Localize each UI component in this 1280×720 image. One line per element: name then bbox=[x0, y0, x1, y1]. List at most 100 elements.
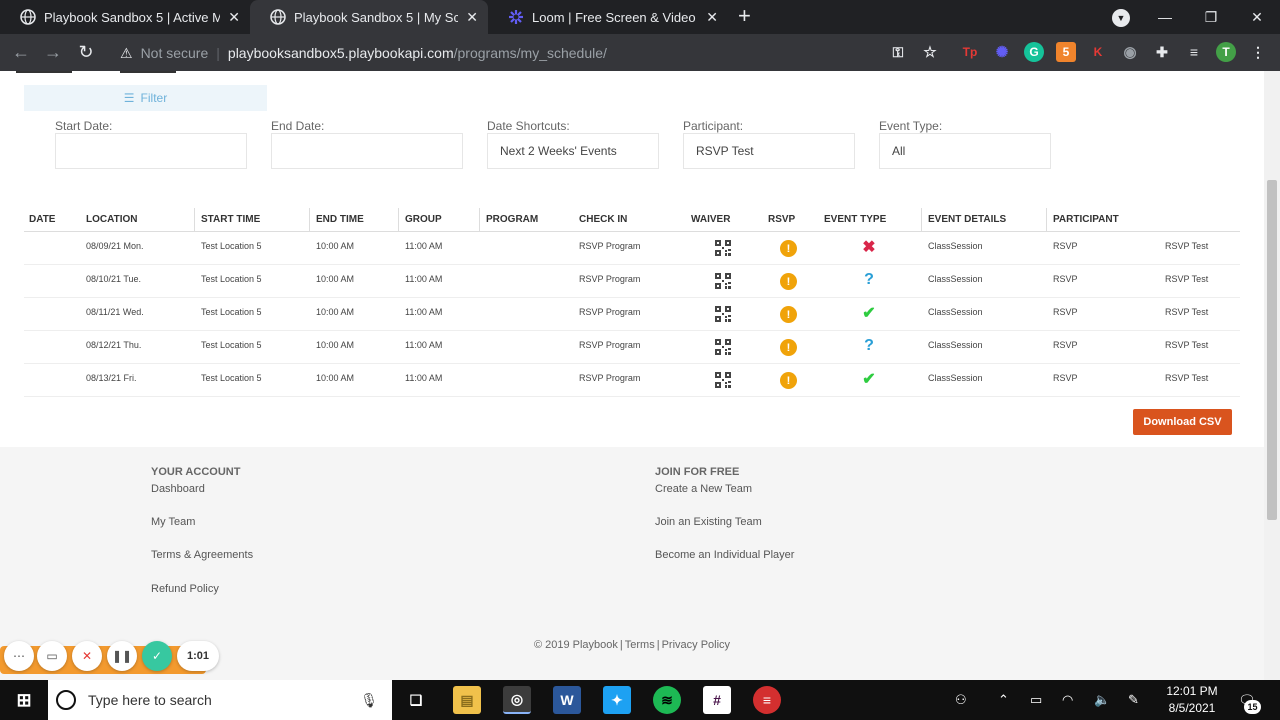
restore-icon[interactable]: ❐ bbox=[1188, 0, 1234, 34]
address-bar[interactable]: ⚠ Not secure | playbooksandbox5.playbook… bbox=[108, 40, 948, 66]
qr-code-icon[interactable] bbox=[715, 273, 731, 289]
col-date[interactable]: DATE bbox=[29, 214, 55, 225]
extension-gray-icon[interactable]: ◉ bbox=[1120, 42, 1140, 62]
chrome-taskbar-icon[interactable]: ◎ bbox=[503, 686, 531, 714]
taskbar-clock[interactable]: 12:01 PM 8/5/2021 bbox=[1160, 683, 1224, 717]
reading-list-icon[interactable]: ≡ bbox=[1184, 42, 1204, 62]
back-icon[interactable]: ← bbox=[10, 41, 32, 63]
extensions-puzzle-icon[interactable]: ✚ bbox=[1152, 42, 1172, 62]
table-row[interactable]: 08/10/21 Tue. Test Location 5 10:00 AM 1… bbox=[24, 265, 1240, 298]
exclamation-icon[interactable]: ! bbox=[780, 240, 797, 257]
close-window-icon[interactable]: ✕ bbox=[1234, 0, 1280, 34]
rsvp-declined-icon[interactable]: ✖ bbox=[860, 238, 878, 256]
exclamation-icon[interactable]: ! bbox=[780, 273, 797, 290]
tab-active-members[interactable]: Playbook Sandbox 5 | Active Mer ✕ bbox=[0, 0, 250, 34]
table-row[interactable]: 08/11/21 Wed. Test Location 5 10:00 AM 1… bbox=[24, 298, 1240, 331]
extension-badge-icon[interactable]: 5 bbox=[1056, 42, 1076, 62]
twitter-icon[interactable]: ✦ bbox=[603, 686, 631, 714]
exclamation-icon[interactable]: ! bbox=[780, 339, 797, 356]
qr-code-icon[interactable] bbox=[715, 240, 731, 256]
reload-icon[interactable]: ↻ bbox=[75, 41, 97, 63]
extension-k-icon[interactable]: K bbox=[1088, 42, 1108, 62]
loom-more-icon[interactable]: ⋯ bbox=[4, 641, 34, 671]
file-explorer-icon[interactable]: ▤ bbox=[453, 686, 481, 714]
volume-icon[interactable]: 🔈 bbox=[1094, 680, 1110, 720]
end-date-input[interactable] bbox=[271, 133, 463, 169]
event-type-select[interactable]: All bbox=[879, 133, 1051, 169]
word-icon[interactable]: W bbox=[553, 686, 581, 714]
col-rsvp[interactable]: RSVP bbox=[768, 214, 795, 225]
new-tab-button[interactable]: + bbox=[738, 5, 751, 27]
footer-link-my-team[interactable]: My Team bbox=[151, 516, 195, 528]
footer-link-terms-agreements[interactable]: Terms & Agreements bbox=[151, 549, 253, 561]
loom-extension-icon[interactable]: ✺ bbox=[992, 42, 1012, 62]
windows-start-icon[interactable]: ⊞ bbox=[10, 686, 38, 714]
rsvp-unknown-icon[interactable]: ? bbox=[860, 337, 878, 355]
footer-link-refund-policy[interactable]: Refund Policy bbox=[151, 583, 219, 595]
minimize-icon[interactable]: — bbox=[1142, 0, 1188, 34]
col-participant[interactable]: PARTICIPANT bbox=[1053, 214, 1119, 225]
microphone-icon[interactable]: 🎙 bbox=[360, 692, 378, 709]
bookmark-star-icon[interactable]: ☆ bbox=[920, 42, 940, 62]
exclamation-icon[interactable]: ! bbox=[780, 372, 797, 389]
battery-icon[interactable]: ▭ bbox=[1030, 680, 1042, 720]
cell-program: RSVP Program bbox=[579, 340, 641, 350]
col-check-in[interactable]: CHECK IN bbox=[579, 214, 627, 225]
rsvp-accepted-icon[interactable]: ✔ bbox=[860, 304, 878, 322]
wifi-icon[interactable]: ◠ bbox=[1062, 680, 1073, 720]
loom-pause-icon[interactable]: ❚❚ bbox=[107, 641, 137, 671]
col-program[interactable]: PROGRAM bbox=[486, 214, 538, 225]
tab-loom[interactable]: Loom | Free Screen & Video Reco ✕ bbox=[488, 0, 728, 34]
slack-icon[interactable]: # bbox=[703, 686, 731, 714]
people-icon[interactable]: ⚇ bbox=[955, 680, 967, 720]
task-view-icon[interactable]: ❏ bbox=[402, 686, 430, 714]
col-waiver[interactable]: WAIVER bbox=[691, 214, 730, 225]
col-event-details[interactable]: EVENT DETAILS bbox=[928, 214, 1006, 225]
scrollbar-thumb[interactable] bbox=[1267, 180, 1277, 520]
exclamation-icon[interactable]: ! bbox=[780, 306, 797, 323]
filter-button[interactable]: ☰ Filter bbox=[24, 85, 267, 111]
col-start-time[interactable]: START TIME bbox=[201, 214, 260, 225]
key-icon[interactable]: ⚿ bbox=[888, 42, 908, 62]
rsvp-unknown-icon[interactable]: ? bbox=[860, 271, 878, 289]
grammarly-icon[interactable]: G bbox=[1024, 42, 1044, 62]
menu-kebab-icon[interactable]: ⋮ bbox=[1248, 42, 1268, 62]
col-location[interactable]: LOCATION bbox=[86, 214, 137, 225]
col-event-type[interactable]: EVENT TYPE bbox=[824, 214, 886, 225]
table-row[interactable]: 08/09/21 Mon. Test Location 5 10:00 AM 1… bbox=[24, 232, 1240, 265]
rsvp-accepted-icon[interactable]: ✔ bbox=[860, 370, 878, 388]
extension-tp-icon[interactable]: Tp bbox=[960, 42, 980, 62]
footer-link-join-team[interactable]: Join an Existing Team bbox=[655, 516, 762, 528]
tab-my-schedule[interactable]: Playbook Sandbox 5 | My Schedu ✕ bbox=[250, 0, 488, 34]
loom-cancel-icon[interactable]: ✕ bbox=[72, 641, 102, 671]
qr-code-icon[interactable] bbox=[715, 306, 731, 322]
qr-code-icon[interactable] bbox=[715, 372, 731, 388]
footer-link-dashboard[interactable]: Dashboard bbox=[151, 483, 205, 495]
loom-finish-icon[interactable]: ✓ bbox=[142, 641, 172, 671]
app-red-icon[interactable]: ≡ bbox=[753, 686, 781, 714]
close-tab-icon[interactable]: ✕ bbox=[706, 9, 718, 26]
qr-code-icon[interactable] bbox=[715, 339, 731, 355]
footer-terms-link[interactable]: Terms bbox=[625, 639, 655, 651]
taskbar-search[interactable]: Type here to search 🎙 bbox=[48, 680, 392, 720]
start-date-input[interactable] bbox=[55, 133, 247, 169]
loom-camera-icon[interactable]: ▭ bbox=[37, 641, 67, 671]
col-end-time[interactable]: END TIME bbox=[316, 214, 364, 225]
pen-icon[interactable]: ✎ bbox=[1128, 680, 1139, 720]
spotify-icon[interactable]: ≋ bbox=[653, 686, 681, 714]
date-shortcuts-select[interactable]: Next 2 Weeks' Events bbox=[487, 133, 659, 169]
participant-select[interactable]: RSVP Test bbox=[683, 133, 855, 169]
tray-overflow-icon[interactable]: ⌃ bbox=[998, 680, 1009, 720]
close-tab-icon[interactable]: ✕ bbox=[228, 9, 240, 26]
profile-avatar[interactable]: T bbox=[1216, 42, 1236, 62]
tab-search-icon[interactable]: ▼ bbox=[1112, 9, 1130, 27]
table-row[interactable]: 08/13/21 Fri. Test Location 5 10:00 AM 1… bbox=[24, 364, 1240, 397]
footer-privacy-link[interactable]: Privacy Policy bbox=[662, 639, 730, 651]
footer-link-create-team[interactable]: Create a New Team bbox=[655, 483, 752, 495]
footer-link-individual-player[interactable]: Become an Individual Player bbox=[655, 549, 794, 561]
table-row[interactable]: 08/12/21 Thu. Test Location 5 10:00 AM 1… bbox=[24, 331, 1240, 364]
download-csv-button[interactable]: Download CSV bbox=[1133, 409, 1232, 435]
forward-icon[interactable]: → bbox=[42, 41, 64, 63]
col-group[interactable]: GROUP bbox=[405, 214, 442, 225]
close-tab-icon[interactable]: ✕ bbox=[466, 9, 478, 26]
